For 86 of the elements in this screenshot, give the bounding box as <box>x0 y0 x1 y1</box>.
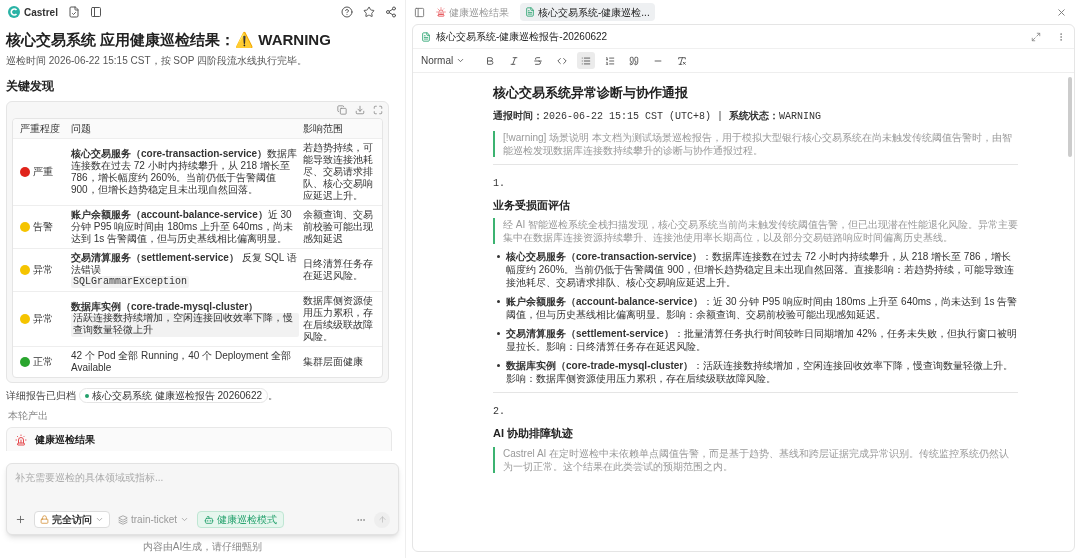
severity-label: 告警 <box>33 221 53 233</box>
logo-icon <box>8 6 20 18</box>
archive-suffix: 。 <box>268 389 279 403</box>
section-quote: 经 AI 智能巡检系统全栈扫描发现，核心交易系统当前尚未触发传统阈值告警，但已出现潜在性能退化风险。异常主要集中在数据库连接资源持续攀升、连接池使用率长期高位，以及部分交易链路响应时间偏离历史基线。 <box>493 218 1018 244</box>
caret-icon <box>456 56 466 65</box>
download-icon[interactable] <box>355 105 365 115</box>
issue-text: 数据库实例（core-trade-mysql-cluster） <box>71 301 260 312</box>
arrow-up-icon <box>377 515 387 524</box>
document-icon <box>421 31 431 42</box>
scrollbar[interactable] <box>1068 77 1072 157</box>
output-label: 本轮产出 <box>8 409 49 423</box>
report-meta: 通报时间：2026-06-22 15:15 CST (UTC+8) | 系统状态：WARNING <box>493 108 823 124</box>
inline-code: SQLGrammarException <box>71 276 190 288</box>
siren-icon <box>15 433 27 446</box>
bullet-icon <box>497 332 500 335</box>
add-icon[interactable] <box>15 514 26 525</box>
issue-text: 交易清算服务（settlement-service） 反复 SQL 语法错误 <box>71 252 298 276</box>
robot-icon <box>204 514 215 525</box>
issue-text: 账户余额服务（account-balance-service）近 30 分钟 P95 响应时间由 180ms 上升至 640ms，尚未达到 1s 告警阈值，但与历史基线相比偏离明显。 <box>71 209 294 245</box>
column-header: 影响范围 <box>303 122 344 136</box>
numbered-list-icon <box>605 55 616 66</box>
star-icon[interactable] <box>363 6 375 18</box>
caret-icon <box>180 515 190 524</box>
bullet-text: 核心交易服务（core-transaction-service）：数据库连接数在过去 72 小时内持续攀升，从 218 增长至 786，增长幅度约 260%。当前仍低于告警阈值 900，但增长趋势稳定且未出现自然回落。直接影响：若趋势持续，可能导致连接池耗尽、交易请求排队、核心交易响应延迟上升。 <box>506 250 1015 289</box>
code-icon <box>557 55 568 66</box>
bullet-list-button[interactable] <box>577 52 596 69</box>
severity-label: 严重 <box>33 166 53 178</box>
caret-icon <box>95 515 104 524</box>
strikethrough-icon <box>533 55 544 66</box>
issue-text: 42 个 Pod 全部 Running，40 个 Deployment 全部 Available <box>71 350 293 374</box>
panel-icon[interactable] <box>89 6 102 18</box>
italic-icon <box>509 55 520 66</box>
report-link-chip[interactable]: 核心交易系统 健康巡检报告 20260622 <box>79 388 269 403</box>
panel-icon[interactable] <box>414 6 425 18</box>
bold-icon <box>485 55 496 66</box>
severity-label: 异常 <box>33 313 53 325</box>
column-header: 严重程度 <box>19 122 61 136</box>
lock-icon <box>40 515 49 524</box>
document-icon <box>525 7 535 17</box>
layers-icon <box>118 514 128 525</box>
impact-text: 集群层面健康 <box>303 356 364 368</box>
severity-label: 正常 <box>33 356 53 368</box>
document-title: 核心交易系统-健康巡检报告-20260622 <box>436 30 608 44</box>
tab[interactable]: 核心交易系统-健康巡检... <box>520 3 655 21</box>
style-dropdown[interactable]: Normal <box>421 53 466 68</box>
output-card[interactable]: 健康巡检结果 <box>6 427 392 451</box>
severity-label: 异常 <box>33 264 53 276</box>
access-dropdown[interactable]: 完全访问 <box>34 511 110 528</box>
quote-icon <box>629 55 640 66</box>
callout-quote: [!warning] 场景说明 本文档为测试场景巡检报告，用于模拟大型银行核心交易系统在尚未触发传统阈值告警时，由智能巡检发现数据库连接数持续攀升的诊断与协作通报过程。 <box>493 130 1018 157</box>
bullet-text: 数据库实例（core-trade-mysql-cluster）：活跃连接数持续增加，空闲连接回收效率下降，慢查询数量轻微上升。影响：数据库侧资源使用压力累积，存在后续级联故障风险。 <box>506 359 1015 385</box>
section-heading: 业务受损面评估 <box>493 197 571 213</box>
bullet-text: 交易清算服务（settlement-service）：批量清算任务执行时间较昨日同期增加 42%，任务未失败，但执行窗口被明显拉长。影响：日终清算任务存在延迟风险。 <box>506 327 1018 353</box>
section-quote: Castrel AI 在定时巡检中未依赖单点阈值告警，而是基于趋势、基线和跨层证据完成异常识别。传统监控系统仍然认为一切正常。这个结果在此类尝试的预期范围之内。 <box>493 446 1018 473</box>
document-heading: 核心交易系统异常诊断与协作通报 <box>493 84 689 102</box>
list-number: 2. <box>493 406 505 417</box>
report-title: 核心交易系统 应用健康巡检结果：⚠ WARNING <box>6 30 332 50</box>
section-heading: AI 协助排障轨迹 <box>493 426 575 441</box>
siren-icon <box>436 7 446 17</box>
copy-icon[interactable] <box>337 105 347 115</box>
ai-disclaimer: 内容由AI生成，请仔细甄别 <box>141 540 264 554</box>
clear-format-icon <box>677 55 688 66</box>
impact-text: 余额查询、交易前校验可能出现感知延迟 <box>303 209 374 245</box>
close-icon[interactable] <box>1056 6 1067 18</box>
list-number: 1. <box>493 177 505 189</box>
expand-icon[interactable] <box>1031 31 1041 42</box>
archive-text: 详细报告已归档 <box>6 389 76 403</box>
help-icon[interactable] <box>341 6 353 18</box>
inline-code: 活跃连接数持续增加，空闲连接回收效率下降，慢查询数量轻微上升 <box>71 313 299 337</box>
bullet-icon <box>497 364 500 367</box>
report-subtitle: 巡检时间 2026-06-22 15:15 CST，按 SOP 四阶段流水线执行完毕。 <box>6 54 308 68</box>
issue-text: 核心交易服务（core-transaction-service）数据库连接数在过去 72 小时内持续攀升，从 218 增长至 786，增长幅度约 260%。当前仍低于告警阈值 900，但增长趋势稳定且未出现自然回落。 <box>71 148 299 196</box>
impact-text: 日终清算任务存在延迟风险。 <box>303 258 374 282</box>
bullet-icon <box>497 255 500 258</box>
impact-text: 若趋势持续，可能导致连接池耗尽、交易请求排队、核心交易响应延迟上升。 <box>303 142 374 202</box>
section-heading: 关键发现 <box>6 78 55 95</box>
document-check-icon[interactable] <box>67 6 80 18</box>
bullet-text: 账户余额服务（account-balance-service）：近 30 分钟 P95 响应时间由 180ms 上升至 640ms，尚未达到 1s 告警阈值，但与历史基线相比偏离明显。影响：余额查询、交易前校验可能出现感知延迟。 <box>506 295 1018 321</box>
share-icon[interactable] <box>385 6 397 18</box>
bullet-list-icon <box>581 55 592 66</box>
bullet-icon <box>497 300 500 303</box>
impact-text: 数据库侧资源使用压力累积，存在后续级联故障风险。 <box>303 295 374 343</box>
column-header: 问题 <box>71 122 92 136</box>
app-name: Castrel <box>24 5 58 20</box>
output-card-title: 健康巡检结果 <box>35 433 95 447</box>
fullscreen-icon[interactable] <box>373 105 383 115</box>
